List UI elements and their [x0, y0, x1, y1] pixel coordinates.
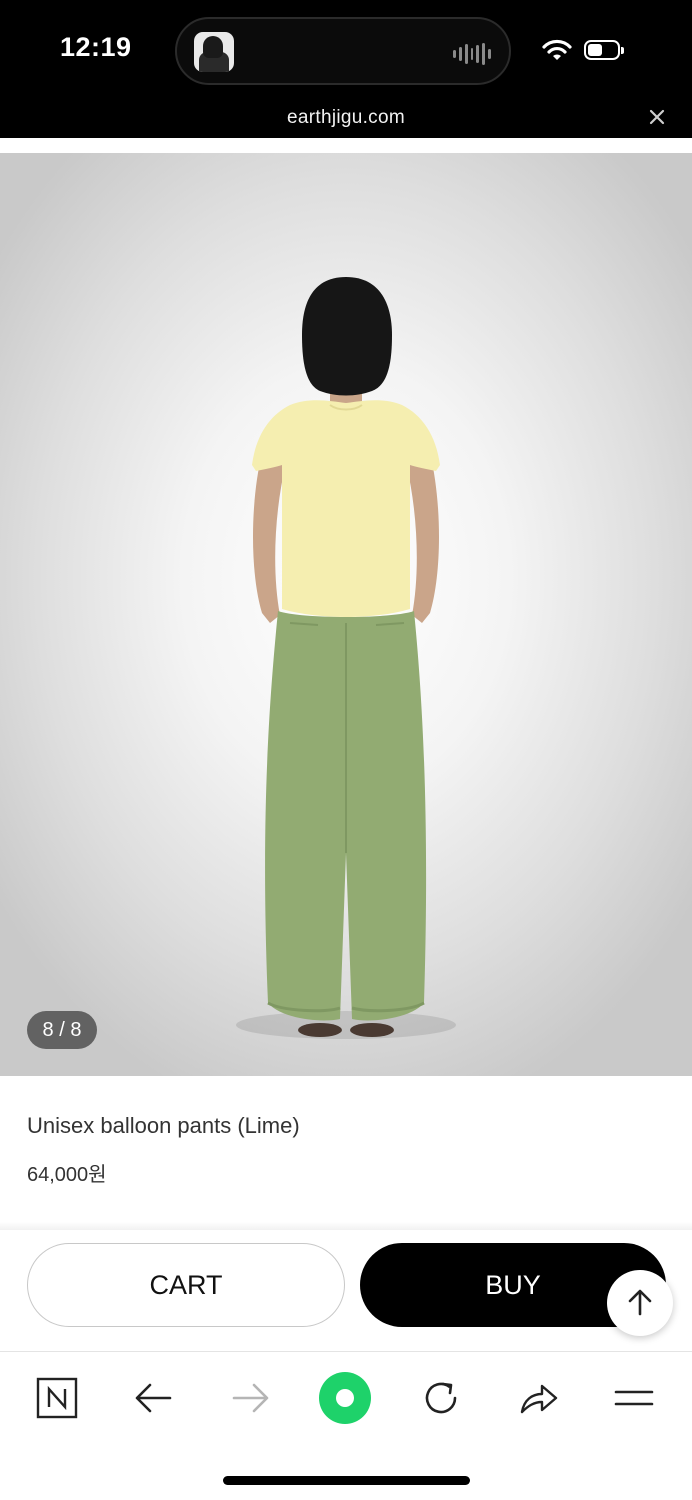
status-bar: 12:19 earthjigu.com: [0, 0, 692, 138]
green-home-icon[interactable]: [317, 1370, 373, 1426]
clock: 12:19: [60, 32, 132, 62]
image-counter: 8 / 8: [27, 1011, 97, 1049]
refresh-icon[interactable]: [413, 1370, 469, 1426]
audio-waveform-icon: [453, 43, 492, 65]
cart-button[interactable]: CART: [27, 1243, 345, 1327]
battery-icon: [584, 40, 624, 60]
product-name: Unisex balloon pants (Lime): [27, 1113, 300, 1138]
wifi-icon: [542, 39, 572, 60]
product-image[interactable]: [0, 153, 692, 1076]
toolbar-divider: [0, 1351, 692, 1352]
now-playing-thumbnail: [194, 32, 234, 72]
scroll-to-top-button[interactable]: [607, 1270, 673, 1336]
forward-arrow-icon[interactable]: [222, 1370, 278, 1426]
dynamic-island[interactable]: [175, 17, 511, 85]
naver-n-icon[interactable]: [29, 1370, 85, 1426]
menu-icon[interactable]: [606, 1370, 662, 1426]
back-arrow-icon[interactable]: [126, 1370, 182, 1426]
arrow-up-icon: [628, 1289, 652, 1316]
section-divider: [0, 1222, 692, 1230]
model-photo: [236, 277, 456, 1039]
product-price: 64,000원: [27, 1164, 107, 1186]
close-icon[interactable]: [648, 108, 666, 126]
share-icon[interactable]: [510, 1370, 566, 1426]
address-bar[interactable]: earthjigu.com: [0, 107, 692, 129]
home-indicator[interactable]: [223, 1476, 470, 1485]
